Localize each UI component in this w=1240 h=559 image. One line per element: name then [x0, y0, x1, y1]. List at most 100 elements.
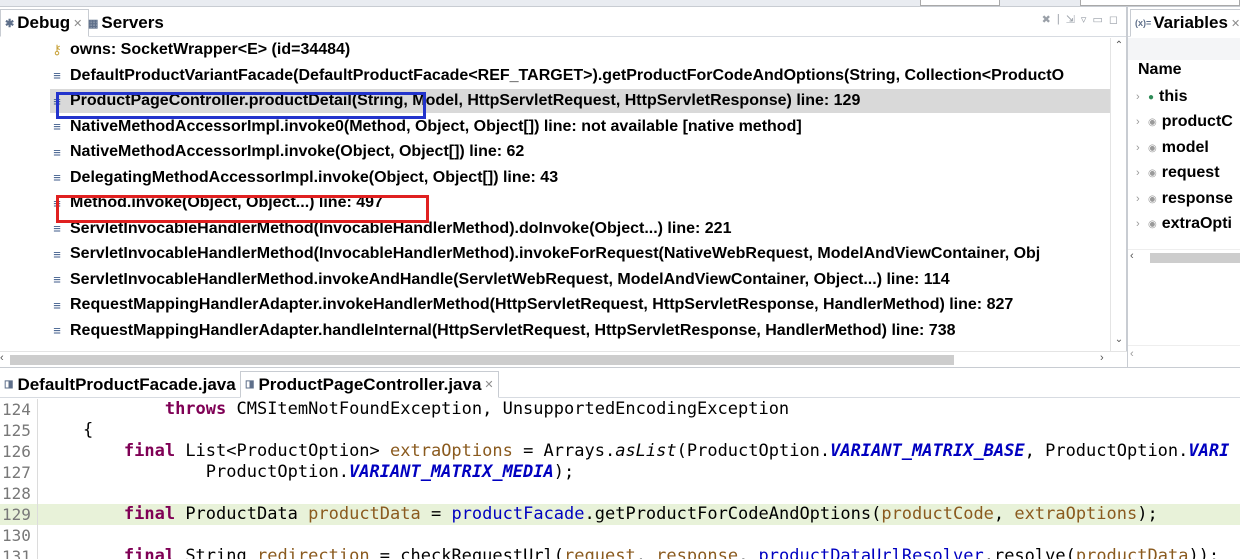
tab-label: ProductPageController.java [258, 374, 482, 394]
chevron-right-icon[interactable]: › [1136, 91, 1146, 103]
stack-frame[interactable]: ≡ RequestMappingHandlerAdapter.handleInt… [50, 319, 955, 343]
variable-name: model [1161, 139, 1209, 156]
annotation-box-red [56, 195, 429, 223]
java-file-icon: ◨ [245, 379, 255, 390]
scroll-left-icon[interactable]: ‹ [1130, 348, 1134, 360]
stack-trace-list: ⚷ owns: SocketWrapper<E> (id=34484) ≡ De… [0, 38, 1110, 352]
variable-name: this [1159, 88, 1188, 105]
code-line[interactable]: 130 [0, 525, 1240, 546]
scroll-right-icon[interactable]: › [1100, 352, 1104, 364]
line-number: 130 [0, 525, 38, 546]
code-line[interactable]: 126 final List<ProductOption> extraOptio… [0, 441, 1240, 462]
maximize-icon[interactable]: ◻ [1109, 13, 1118, 26]
variable-name: extraOpti [1161, 215, 1232, 232]
minimize-icon[interactable]: ▭ [1092, 13, 1102, 26]
tab-label: DefaultProductFacade.java [17, 374, 236, 394]
local-variable-icon: ◉ [1148, 142, 1157, 154]
column-header-name[interactable]: Name [1138, 61, 1182, 79]
step-icon[interactable]: ⇲ [1066, 13, 1075, 26]
stack-horizontal-scrollbar[interactable]: ‹ › [0, 351, 1127, 367]
stack-frame-icon: ≡ [53, 323, 61, 338]
code-text: throws CMSItemNotFoundException, Unsuppo… [164, 399, 790, 419]
variable-row[interactable]: › ◉ productC [1136, 110, 1233, 134]
stack-frame-text: DelegatingMethodAccessorImpl.invoke(Obje… [70, 168, 559, 186]
stack-frame[interactable]: ≡ RequestMappingHandlerAdapter.invokeHan… [50, 293, 1013, 317]
stack-frame-icon: ≡ [53, 170, 61, 185]
tab-debug[interactable]: ✱ Debug ✕ [0, 9, 90, 37]
chevron-right-icon[interactable]: › [1136, 193, 1146, 205]
code-line[interactable]: 128 [0, 483, 1240, 504]
view-menu-icon[interactable]: ▿ [1081, 13, 1087, 26]
line-number: 127 [0, 462, 38, 483]
stack-frame[interactable]: ≡ ServletInvocableHandlerMethod.invokeAn… [50, 268, 949, 292]
stack-frame[interactable]: ≡ ServletInvocableHandlerMethod(Invocabl… [50, 242, 1040, 266]
scroll-thumb[interactable] [1150, 253, 1240, 263]
code-text: final List<ProductOption> extraOptions =… [123, 441, 1230, 461]
stack-frame-icon: ≡ [53, 68, 61, 83]
stack-vertical-scrollbar[interactable]: ⌃ ⌄ [1110, 38, 1126, 351]
servers-icon: ▦ [88, 17, 99, 30]
variables-horizontal-scrollbar[interactable]: ‹ [1128, 249, 1240, 265]
code-line[interactable]: 124 throws CMSItemNotFoundException, Uns… [0, 399, 1240, 420]
scroll-left-icon[interactable]: ‹ [0, 352, 4, 364]
editor-tabbar: ◨ DefaultProductFacade.java ◨ ProductPag… [0, 368, 1240, 398]
local-variable-icon: ◉ [1148, 116, 1157, 128]
line-number: 126 [0, 441, 38, 462]
stack-frame-icon: ≡ [53, 119, 61, 134]
close-icon[interactable]: ✕ [484, 378, 493, 391]
lock-key-icon: ⚷ [52, 42, 62, 57]
tab-defaultproductfacade[interactable]: ◨ DefaultProductFacade.java [0, 371, 240, 398]
code-line[interactable]: 125 { [0, 420, 1240, 441]
stack-frame-text: DefaultProductVariantFacade(DefaultProdu… [70, 66, 1065, 84]
close-icon[interactable]: ✕ [73, 17, 82, 30]
variable-name: productC [1161, 113, 1233, 130]
tab-productpagecontroller[interactable]: ◨ ProductPageController.java ✕ [240, 371, 499, 398]
stack-frame-icon: ≡ [53, 272, 61, 287]
scroll-left-icon[interactable]: ‹ [1130, 250, 1134, 262]
line-number: 124 [0, 399, 38, 420]
code-line[interactable]: 127 ProductOption.VARIANT_MATRIX_MEDIA); [0, 462, 1240, 483]
code-line[interactable]: 131 final String redirection = checkRequ… [0, 546, 1240, 559]
variable-row[interactable]: › ◉ request [1136, 161, 1220, 185]
variable-row[interactable]: › ◉ extraOpti [1136, 212, 1232, 236]
stack-frame-icon: ≡ [53, 221, 61, 236]
scroll-thumb[interactable] [10, 355, 954, 365]
code-area[interactable]: 124 throws CMSItemNotFoundException, Uns… [0, 399, 1240, 559]
local-variable-icon: ◉ [1148, 193, 1157, 205]
variable-row[interactable]: › ◉ response [1136, 187, 1233, 211]
stack-frame[interactable]: ≡ NativeMethodAccessorImpl.invoke(Object… [50, 140, 524, 164]
line-number: 131 [0, 546, 38, 559]
tab-servers[interactable]: ▦ Servers [84, 9, 170, 37]
scroll-down-icon[interactable]: ⌄ [1111, 334, 1127, 345]
tab-variables-label: Variables [1153, 13, 1228, 32]
code-text: final ProductData productData = productF… [123, 504, 1158, 524]
chevron-right-icon[interactable]: › [1136, 142, 1146, 154]
remove-launches-icon[interactable]: ✖ [1042, 13, 1051, 26]
debug-tabbar: ✱ Debug ✕ ▦ Servers ✖ | ⇲ ▿ ▭ ◻ [0, 7, 1126, 37]
stack-frame-owns[interactable]: ⚷ owns: SocketWrapper<E> (id=34484) [50, 38, 350, 62]
variables-tabbar: (x)= Variables ✕ [1128, 7, 1240, 37]
variable-row-this[interactable]: › ● this [1136, 85, 1188, 109]
scroll-up-icon[interactable]: ⌃ [1111, 40, 1127, 51]
perspective-switcher[interactable] [1080, 0, 1240, 6]
java-file-icon: ◨ [4, 379, 14, 390]
annotation-box-blue [56, 92, 426, 119]
chevron-right-icon[interactable]: › [1136, 218, 1146, 230]
stack-frame[interactable]: ≡ DefaultProductVariantFacade(DefaultPro… [50, 64, 1064, 88]
variables-icon: (x)= [1135, 18, 1152, 28]
chevron-right-icon[interactable]: › [1136, 167, 1146, 179]
variables-detail-scrollbar[interactable]: ‹ [1128, 345, 1240, 367]
stack-frame-text: NativeMethodAccessorImpl.invoke0(Method,… [70, 117, 802, 135]
stack-frame-text: RequestMappingHandlerAdapter.invokeHandl… [70, 296, 1014, 313]
close-icon[interactable]: ✕ [1231, 17, 1240, 30]
toolbar-search-box[interactable] [920, 0, 1000, 6]
line-number: 129 [0, 504, 38, 525]
stack-frame-text: ServletInvocableHandlerMethod(InvocableH… [70, 245, 1041, 262]
variable-row[interactable]: › ◉ model [1136, 136, 1209, 160]
chevron-right-icon[interactable]: › [1136, 116, 1146, 128]
stack-frame-text: owns: SocketWrapper<E> (id=34484) [70, 41, 351, 58]
tab-variables[interactable]: (x)= Variables ✕ [1130, 9, 1240, 37]
code-line[interactable]: 129 final ProductData productData = prod… [0, 504, 1240, 525]
stack-frame[interactable]: ≡ DelegatingMethodAccessorImpl.invoke(Ob… [50, 166, 558, 190]
java-editor: ◨ DefaultProductFacade.java ◨ ProductPag… [0, 367, 1240, 559]
